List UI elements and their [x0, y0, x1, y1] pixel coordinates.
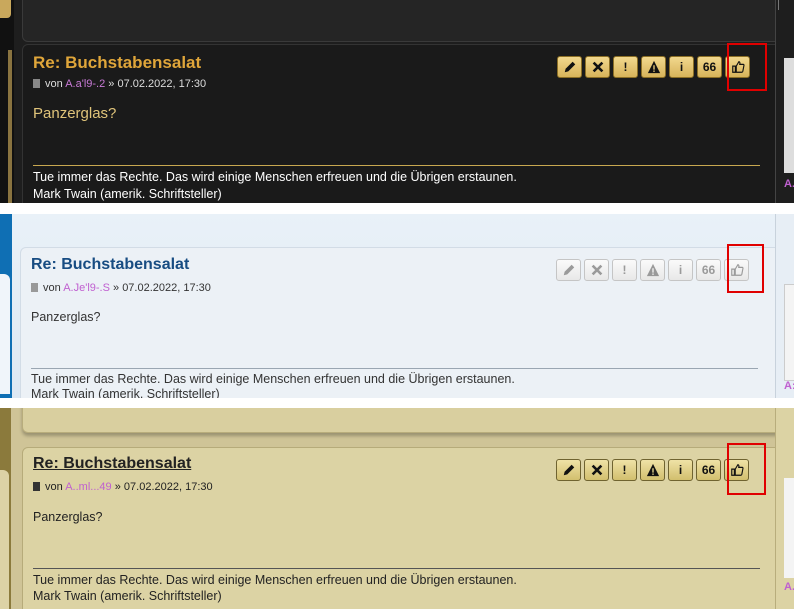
close-icon — [592, 61, 603, 73]
signature-line: Mark Twain (amerik. Schriftsteller) — [33, 187, 222, 201]
author-link[interactable]: A.Je'l9-.S — [63, 282, 110, 294]
pencil-icon — [563, 464, 574, 476]
like-button-highlight — [727, 43, 767, 91]
quote-icon: 66 — [701, 263, 716, 277]
sidebar-username[interactable]: A: — [784, 380, 794, 392]
author-sidebar: A. — [775, 408, 794, 609]
signature-line: Tue immer das Rechte. Das wird einige Me… — [33, 170, 517, 184]
warn-button[interactable] — [640, 259, 665, 281]
signature-line: Mark Twain (amerik. Schriftsteller) — [31, 387, 220, 398]
post-body: Panzerglas? — [33, 105, 117, 122]
delete-button[interactable] — [585, 56, 610, 78]
post-meta: von A.Je'l9-.S » 07.02.2022, 17:30 — [31, 282, 211, 294]
info-icon: i — [679, 60, 684, 74]
separator: » — [113, 282, 120, 294]
separator: » — [114, 481, 121, 493]
by-label: von — [45, 78, 63, 90]
report-button[interactable]: ! — [612, 459, 637, 481]
quote-icon: 66 — [701, 463, 716, 477]
exclamation-icon: ! — [623, 60, 628, 74]
exclamation-icon: ! — [622, 263, 627, 277]
info-button[interactable]: i — [668, 459, 693, 481]
edit-button[interactable] — [557, 56, 582, 78]
signature-divider — [33, 165, 760, 166]
author-link[interactable]: A..ml...49 — [65, 481, 111, 493]
report-button[interactable]: ! — [613, 56, 638, 78]
post-meta: von A..ml...49 » 07.02.2022, 17:30 — [33, 481, 213, 493]
signature-line: Mark Twain (amerik. Schriftsteller) — [33, 589, 222, 603]
quote-button[interactable]: 66 — [697, 56, 722, 78]
signature-line: Tue immer das Rechte. Das wird einige Me… — [33, 573, 517, 587]
left-decoration — [0, 0, 14, 203]
author-link[interactable]: A.a'l9-.2 — [65, 78, 105, 90]
warning-icon — [646, 263, 659, 277]
avatar[interactable] — [784, 58, 794, 173]
signature: Tue immer das Rechte. Das wird einige Me… — [31, 372, 515, 398]
beige-theme-panel: Re: Buchstabensalat von A..ml...49 » 07.… — [0, 408, 794, 609]
post-date: 07.02.2022, 17:30 — [123, 481, 213, 493]
post-container: Re: Buchstabensalat von A.Je'l9-.S » 07.… — [20, 247, 794, 398]
warning-icon — [647, 60, 660, 74]
separator: » — [108, 78, 115, 90]
post-body: Panzerglas? — [31, 310, 101, 324]
pencil-icon — [563, 264, 574, 276]
by-label: von — [45, 481, 63, 493]
signature-divider — [31, 368, 758, 369]
report-button[interactable]: ! — [612, 259, 637, 281]
previous-post-box: Ko — [22, 0, 794, 42]
sidebar-username[interactable]: A. — [784, 581, 794, 593]
post-title[interactable]: Re: Buchstabensalat — [31, 256, 189, 274]
info-icon: i — [678, 263, 683, 277]
like-button-highlight — [727, 443, 766, 495]
info-icon: i — [678, 463, 683, 477]
delete-button[interactable] — [584, 459, 609, 481]
panel-gap — [0, 398, 794, 408]
post-buttons: ! i 66 — [556, 459, 749, 481]
sidebar-username[interactable]: A. — [784, 178, 794, 190]
info-button[interactable]: i — [668, 259, 693, 281]
dark-theme-panel: Ko Re: Buchstabensalat von A.a'l9-.2 » 0… — [0, 0, 794, 203]
post-container: Re: Buchstabensalat von A.a'l9-.2 » 07.0… — [22, 44, 794, 203]
left-decoration — [0, 408, 11, 609]
signature-divider — [33, 568, 760, 569]
edit-button[interactable] — [556, 259, 581, 281]
exclamation-icon: ! — [622, 463, 627, 477]
avatar[interactable] — [784, 284, 794, 381]
signature: Tue immer das Rechte. Das wird einige Me… — [33, 169, 517, 203]
post-meta: von A.a'l9-.2 » 07.02.2022, 17:30 — [33, 78, 206, 90]
post-date: 07.02.2022, 17:30 — [122, 282, 211, 294]
quote-button[interactable]: 66 — [696, 259, 721, 281]
warn-button[interactable] — [640, 459, 665, 481]
post-date: 07.02.2022, 17:30 — [117, 78, 207, 90]
edit-button[interactable] — [556, 459, 581, 481]
avatar[interactable] — [784, 478, 794, 578]
warn-button[interactable] — [641, 56, 666, 78]
signature: Tue immer das Rechte. Das wird einige Me… — [33, 572, 517, 604]
post-container: Re: Buchstabensalat von A..ml...49 » 07.… — [22, 447, 794, 609]
post-icon — [33, 79, 40, 88]
info-button[interactable]: i — [669, 56, 694, 78]
quote-button[interactable]: 66 — [696, 459, 721, 481]
close-icon — [591, 264, 602, 276]
post-body: Panzerglas? — [33, 510, 103, 524]
warning-icon — [646, 463, 659, 477]
previous-post-box — [22, 408, 794, 433]
post-icon — [33, 482, 40, 491]
author-sidebar: A: — [775, 214, 794, 398]
post-title[interactable]: Re: Buchstabensalat — [33, 455, 191, 473]
close-icon — [591, 464, 602, 476]
like-button-highlight — [727, 244, 764, 293]
post-buttons: ! i 66 — [556, 259, 749, 281]
post-buttons: ! i 66 — [557, 56, 750, 78]
pencil-icon — [564, 61, 575, 73]
light-theme-panel: Re: Buchstabensalat von A.Je'l9-.S » 07.… — [0, 214, 794, 398]
author-sidebar: A. — [775, 0, 794, 203]
signature-line: Tue immer das Rechte. Das wird einige Me… — [31, 372, 515, 386]
post-title[interactable]: Re: Buchstabensalat — [33, 53, 201, 73]
by-label: von — [43, 282, 61, 294]
post-icon — [31, 283, 38, 292]
delete-button[interactable] — [584, 259, 609, 281]
left-decoration — [0, 214, 12, 398]
quote-icon: 66 — [702, 60, 717, 74]
